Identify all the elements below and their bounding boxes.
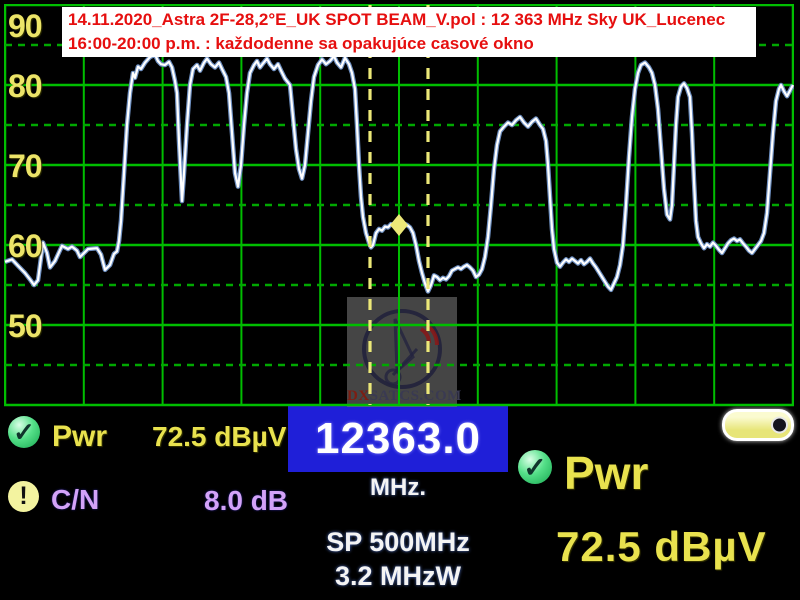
marker-diamond-icon[interactable]	[390, 214, 408, 236]
frequency-unit: MHz.	[288, 474, 508, 502]
spectrum-chart: DXSATCS.COM 9080706050 14.11.2020_Astra …	[0, 0, 800, 412]
annotation-banner: 14.11.2020_Astra 2F-28,2°E_UK SPOT BEAM_…	[62, 7, 756, 57]
banner-line2: 16:00-20:00 p.m. : každodenne sa opakujú…	[68, 32, 756, 56]
span-setting: SP 500MHz	[288, 527, 508, 558]
big-pwr-check-icon: ✓	[518, 450, 552, 484]
y-axis-label: 90	[8, 8, 52, 45]
y-axis-label: 60	[8, 228, 52, 265]
battery-tip	[771, 417, 788, 434]
pwr-value: 72.5 dBµV	[152, 421, 286, 453]
bandwidth-setting: 3.2 MHzW	[288, 561, 508, 592]
spectrum-analyzer-screen: DXSATCS.COM 9080706050 14.11.2020_Astra …	[0, 0, 800, 600]
banner-line1: 14.11.2020_Astra 2F-28,2°E_UK SPOT BEAM_…	[68, 8, 756, 32]
pwr-check-icon: ✓	[8, 416, 40, 448]
y-axis-label: 80	[8, 68, 52, 105]
cn-warning-icon: !	[8, 481, 39, 512]
frequency-value: 12363.0	[315, 414, 481, 464]
y-axis-label: 70	[8, 148, 52, 185]
battery-icon	[722, 409, 794, 441]
cn-label: C/N	[51, 484, 99, 516]
cn-value: 8.0 dB	[204, 485, 288, 517]
y-axis-label: 50	[8, 308, 52, 345]
frequency-field[interactable]: 12363.0	[288, 406, 508, 472]
big-pwr-value: 72.5 dBµV	[556, 523, 767, 571]
big-pwr-label: Pwr	[564, 446, 648, 500]
pwr-label: Pwr	[52, 420, 107, 454]
